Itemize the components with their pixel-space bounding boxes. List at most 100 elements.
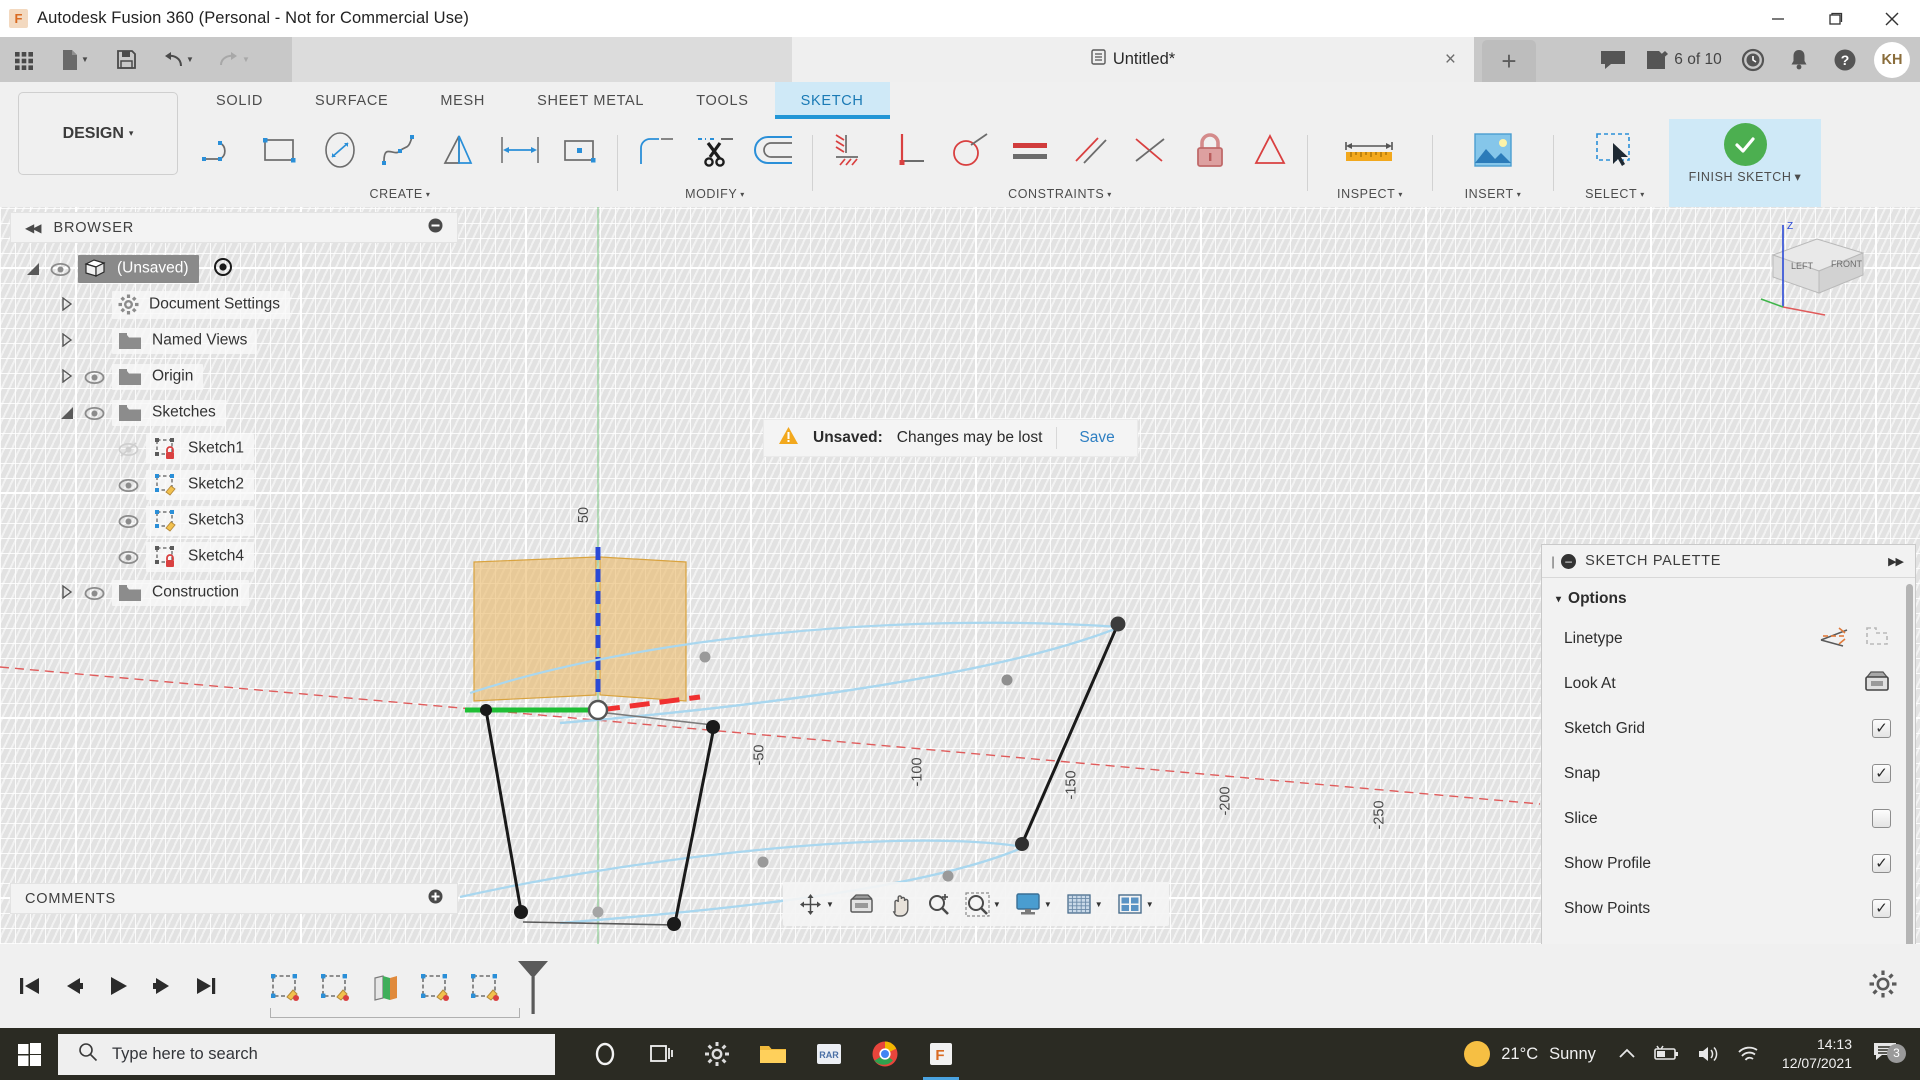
zoom-icon[interactable] — [920, 885, 957, 923]
wifi-icon[interactable] — [1728, 1028, 1768, 1080]
slice-checkbox[interactable] — [1872, 809, 1891, 828]
winrar-icon[interactable]: RAR — [801, 1028, 857, 1080]
browser-item-sketch4[interactable]: Sketch4 — [10, 539, 458, 575]
palette-row-look-at[interactable]: Look At — [1542, 661, 1915, 706]
redo-button[interactable]: ▼ — [206, 37, 262, 82]
fillet-icon[interactable] — [625, 121, 685, 179]
polygon-icon[interactable] — [430, 121, 490, 179]
perpendicular-icon[interactable] — [880, 121, 940, 179]
chevron-down-icon[interactable]: ▼ — [826, 900, 834, 909]
orbit-icon[interactable]: ▼ — [792, 885, 840, 923]
jobs-status-button[interactable]: 6 of 10 — [1636, 37, 1730, 82]
collapse-arrow-icon[interactable] — [24, 262, 42, 276]
browser-item-document-settings[interactable]: Document Settings — [10, 287, 458, 323]
panel-select-label[interactable]: SELECT ▾ — [1561, 181, 1669, 207]
timeline-feature-sketch4[interactable] — [460, 962, 510, 1014]
fusion360-taskbar-icon[interactable]: F — [913, 1028, 969, 1080]
palette-row-slice[interactable]: Slice — [1542, 796, 1915, 841]
browser-item-sketch3[interactable]: Sketch3 — [10, 503, 458, 539]
taskbar-clock[interactable]: 14:13 12/07/2021 — [1768, 1035, 1866, 1073]
comments-icon[interactable] — [1590, 37, 1636, 82]
document-tab[interactable]: Untitled* × — [792, 37, 1474, 82]
chevron-down-icon[interactable]: ▼ — [1044, 900, 1052, 909]
insert-image-icon[interactable] — [1463, 121, 1523, 179]
centerline-icon[interactable] — [1863, 624, 1891, 653]
timeline-feature-sketch1[interactable] — [260, 962, 310, 1014]
clock-icon[interactable] — [1730, 37, 1776, 82]
play-icon[interactable] — [102, 966, 134, 1006]
expand-arrow-icon[interactable] — [58, 584, 76, 602]
browser-item-origin[interactable]: Origin — [10, 359, 458, 395]
save-button[interactable] — [102, 37, 150, 82]
panel-modify-label[interactable]: MODIFY ▾ — [625, 181, 805, 207]
comments-panel[interactable]: COMMENTS — [10, 883, 458, 914]
equal-icon[interactable] — [1000, 121, 1060, 179]
volume-icon[interactable] — [1688, 1028, 1728, 1080]
collapse-arrow-icon[interactable] — [58, 406, 76, 420]
look-at-icon[interactable] — [842, 885, 880, 923]
chevron-down-icon[interactable]: ▼ — [1146, 900, 1154, 909]
select-cursor-icon[interactable] — [1585, 121, 1645, 179]
palette-row-snap[interactable]: Snap ✓ — [1542, 751, 1915, 796]
viewport-canvas[interactable]: 50 -50 -100 -150 -200 -250 ◀◀ BROWSER (U… — [0, 207, 1920, 944]
circle-icon[interactable] — [310, 121, 370, 179]
tab-mesh[interactable]: MESH — [414, 82, 511, 119]
browser-item-sketch2[interactable]: Sketch2 — [10, 467, 458, 503]
palette-scrollbar[interactable] — [1906, 584, 1913, 944]
browser-item-named-views[interactable]: Named Views — [10, 323, 458, 359]
avatar[interactable]: KH — [1874, 41, 1910, 78]
new-file-button[interactable]: ▼ — [48, 37, 102, 82]
browser-item-unsaved[interactable]: (Unsaved) — [10, 251, 458, 287]
settings-gear-icon[interactable] — [689, 1028, 745, 1080]
pan-hand-icon[interactable] — [882, 885, 918, 923]
trim-scissors-icon[interactable] — [685, 121, 745, 179]
show-profile-checkbox[interactable]: ✓ — [1872, 854, 1891, 873]
go-to-end-icon[interactable] — [190, 966, 222, 1006]
chevron-down-icon[interactable]: ▼ — [242, 55, 250, 64]
panel-insert-label[interactable]: INSERT ▾ — [1440, 181, 1546, 207]
grid-snaps-icon[interactable]: ▼ — [1060, 885, 1109, 923]
viewports-icon[interactable]: ▼ — [1111, 885, 1160, 923]
timeline-feature-sketch2[interactable] — [310, 962, 360, 1014]
tangent-icon[interactable] — [940, 121, 1000, 179]
apps-grid-icon[interactable] — [0, 37, 48, 82]
step-forward-icon[interactable] — [146, 966, 178, 1006]
visibility-toggle-icon[interactable] — [48, 260, 72, 279]
workspace-switcher[interactable]: DESIGN ▾ — [18, 92, 178, 175]
snap-checkbox[interactable]: ✓ — [1872, 764, 1891, 783]
chevron-down-icon[interactable]: ▼ — [1095, 900, 1103, 909]
minus-circle-icon[interactable]: – — [1561, 553, 1577, 569]
maximize-button[interactable] — [1806, 0, 1863, 37]
timeline-marker-icon[interactable] — [516, 959, 550, 1020]
look-at-camera-icon[interactable] — [1863, 669, 1891, 698]
action-center-icon[interactable]: 3 — [1866, 1040, 1912, 1069]
viewcube[interactable]: LEFT FRONT Z — [1759, 217, 1874, 316]
help-icon[interactable]: ? — [1822, 37, 1868, 82]
search-input[interactable]: Type here to search — [58, 1033, 555, 1075]
spline-icon[interactable] — [370, 121, 430, 179]
minimize-button[interactable] — [1749, 0, 1806, 37]
bell-icon[interactable] — [1776, 37, 1822, 82]
timeline-settings-gear-icon[interactable] — [1868, 969, 1898, 1004]
symmetry-icon[interactable] — [1240, 121, 1300, 179]
panel-inspect-label[interactable]: INSPECT ▾ — [1315, 181, 1425, 207]
construction-line-icon[interactable] — [1819, 624, 1849, 653]
rectangle-icon[interactable] — [250, 121, 310, 179]
midpoint-icon[interactable] — [1120, 121, 1180, 179]
chevron-down-icon[interactable]: ▼ — [186, 55, 194, 64]
browser-item-sketch1[interactable]: Sketch1 — [10, 431, 458, 467]
plus-circle-icon[interactable] — [428, 889, 443, 908]
palette-row-show-points[interactable]: Show Points ✓ — [1542, 886, 1915, 931]
browser-item-sketches[interactable]: Sketches — [10, 395, 458, 431]
cortana-icon[interactable] — [577, 1028, 633, 1080]
center-rectangle-icon[interactable] — [550, 121, 610, 179]
options-section-header[interactable]: ▾ Options — [1542, 584, 1915, 616]
palette-row-linetype[interactable]: Linetype — [1542, 616, 1915, 661]
browser-item-construction[interactable]: Construction — [10, 575, 458, 611]
go-to-start-icon[interactable] — [14, 966, 46, 1006]
palette-row-show-profile[interactable]: Show Profile ✓ — [1542, 841, 1915, 886]
tab-tools[interactable]: TOOLS — [670, 82, 774, 119]
offset-icon[interactable] — [745, 121, 805, 179]
undo-button[interactable]: ▼ — [150, 37, 206, 82]
chrome-icon[interactable] — [857, 1028, 913, 1080]
